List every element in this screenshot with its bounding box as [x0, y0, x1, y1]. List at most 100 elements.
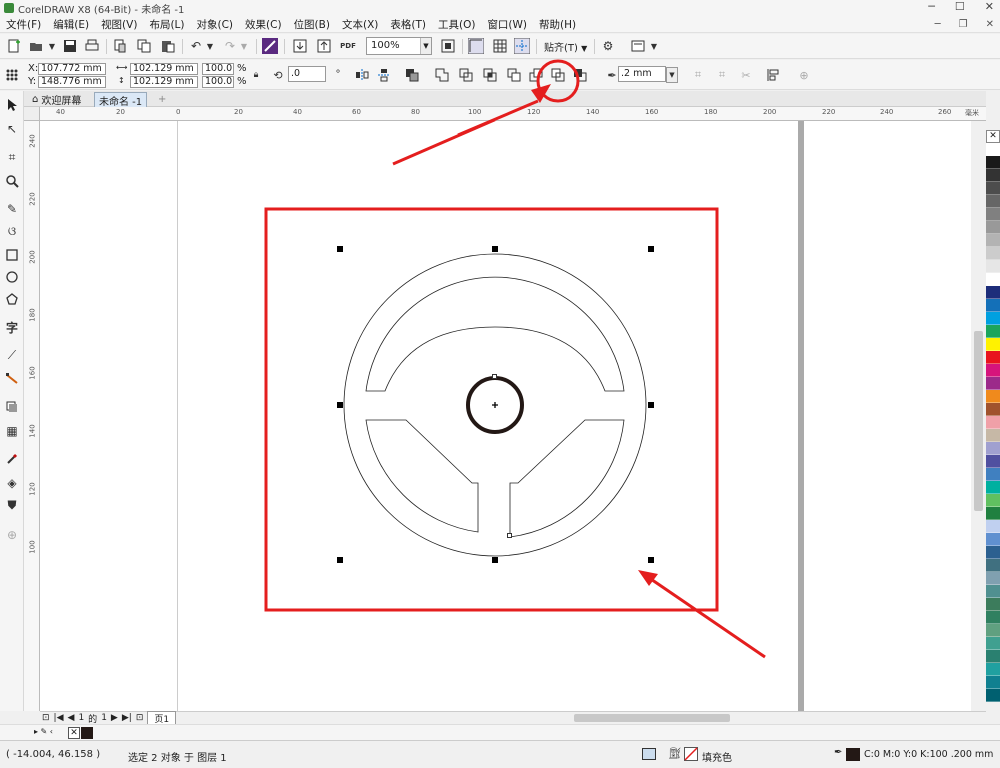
palette-swatch[interactable] — [986, 143, 1000, 156]
doc-close-icon[interactable]: ✕ — [986, 19, 994, 30]
minimize-button[interactable]: ─ — [928, 0, 935, 13]
connector-tool-icon[interactable] — [4, 371, 20, 387]
scale-height-field[interactable]: 100.0 — [202, 76, 234, 88]
palette-swatch[interactable] — [986, 572, 1000, 585]
palette-swatch[interactable] — [986, 481, 1000, 494]
combine-icon[interactable] — [404, 67, 420, 83]
app-launcher-dropdown-icon[interactable]: ▼ — [646, 38, 662, 54]
menu-text[interactable]: 文本(X) — [342, 17, 378, 32]
mirror-horizontal-icon[interactable] — [354, 67, 370, 83]
palette-swatch[interactable] — [986, 208, 1000, 221]
palette-swatch[interactable] — [986, 429, 1000, 442]
smart-fill-tool-icon[interactable]: ⛊ — [4, 497, 20, 513]
palette-swatch[interactable] — [986, 546, 1000, 559]
color-proofing-icon[interactable] — [642, 748, 656, 760]
tab-welcome-screen[interactable]: ⌂ 欢迎屏幕 — [28, 92, 85, 107]
height-field[interactable]: 102.129 mm — [130, 76, 198, 88]
freehand-tool-icon[interactable]: ✎ — [4, 201, 20, 217]
app-launcher-icon[interactable] — [630, 38, 646, 54]
doc-no-color-swatch[interactable]: ✕ — [68, 727, 80, 739]
snap-to-dropdown[interactable]: 贴齐(T) ▼ — [544, 39, 587, 54]
menu-edit[interactable]: 编辑(E) — [53, 17, 89, 32]
transparency-tool-icon[interactable]: ▦ — [4, 423, 20, 439]
mirror-vertical-icon[interactable] — [376, 67, 392, 83]
palette-swatch[interactable] — [986, 611, 1000, 624]
palette-swatch[interactable] — [986, 650, 1000, 663]
zoom-tool-icon[interactable] — [4, 173, 20, 189]
intersect-icon[interactable] — [482, 67, 498, 83]
prev-page-icon[interactable]: ◀ — [68, 713, 75, 723]
palette-swatch[interactable] — [986, 403, 1000, 416]
palette-swatch[interactable] — [986, 221, 1000, 234]
palette-swatch[interactable] — [986, 351, 1000, 364]
palette-swatch[interactable] — [986, 390, 1000, 403]
outline-width-dropdown-icon[interactable]: ▼ — [666, 67, 678, 83]
artistic-media-tool-icon[interactable]: ଓ — [4, 223, 20, 239]
palette-swatch[interactable] — [986, 416, 1000, 429]
weld-icon[interactable] — [434, 67, 450, 83]
lock-ratio-icon[interactable]: 🔒︎ — [248, 67, 264, 83]
palette-swatch[interactable] — [986, 689, 1000, 702]
palette-swatch[interactable] — [986, 598, 1000, 611]
open-folder-icon[interactable] — [28, 38, 44, 54]
vertical-ruler[interactable]: 240 220 200 180 160 140 120 100 — [24, 107, 40, 711]
menu-effects[interactable]: 效果(C) — [245, 17, 282, 32]
palette-swatch[interactable] — [986, 377, 1000, 390]
undo-dropdown-icon[interactable]: ▼ — [202, 38, 218, 54]
polygon-tool-icon[interactable] — [4, 291, 20, 307]
shape-tool-icon[interactable]: ↖ — [4, 121, 20, 137]
palette-swatch[interactable] — [986, 260, 1000, 273]
palette-swatch[interactable] — [986, 182, 1000, 195]
rotation-angle-field[interactable]: .0 — [288, 66, 326, 82]
y-position-field[interactable]: 148.776 mm — [38, 76, 106, 88]
tab-document[interactable]: 未命名 -1 — [94, 92, 148, 108]
menu-window[interactable]: 窗口(W) — [487, 17, 527, 32]
palette-swatch[interactable] — [986, 455, 1000, 468]
menu-help[interactable]: 帮助(H) — [539, 17, 576, 32]
palette-swatch[interactable] — [986, 442, 1000, 455]
menu-file[interactable]: 文件(F) — [6, 17, 41, 32]
palette-swatch[interactable] — [986, 169, 1000, 182]
horizontal-scrollbar[interactable]: ⊡ |◀ ◀ 1 的 1 ▶ ▶| ⊡ 页1 — [40, 710, 986, 726]
show-rulers-icon[interactable] — [468, 38, 484, 54]
page-options-icon[interactable]: ⊡ — [42, 713, 50, 723]
palette-swatch[interactable] — [986, 325, 1000, 338]
rectangle-tool-icon[interactable] — [4, 247, 20, 263]
import-icon[interactable] — [292, 38, 308, 54]
palette-swatch[interactable] — [986, 247, 1000, 260]
publish-pdf-icon[interactable]: PDF — [340, 38, 356, 54]
palette-swatch[interactable] — [986, 585, 1000, 598]
drop-shadow-tool-icon[interactable] — [4, 399, 20, 415]
maximize-button[interactable]: ☐ — [955, 0, 965, 13]
new-document-icon[interactable] — [6, 38, 22, 54]
width-field[interactable]: 102.129 mm — [130, 63, 198, 75]
outline-width-field[interactable]: .2 mm — [618, 66, 666, 82]
palette-swatch[interactable] — [986, 663, 1000, 676]
front-minus-back-icon[interactable] — [528, 67, 544, 83]
cut-icon[interactable] — [112, 38, 128, 54]
menu-bitmaps[interactable]: 位图(B) — [294, 17, 330, 32]
palette-swatch[interactable] — [986, 338, 1000, 351]
vertical-scroll-thumb[interactable] — [974, 331, 983, 511]
align-distribute-icon[interactable] — [766, 67, 782, 83]
vertical-scrollbar[interactable] — [971, 121, 986, 711]
palette-swatch[interactable] — [986, 286, 1000, 299]
parallel-dimension-tool-icon[interactable]: ⟋ — [4, 347, 20, 363]
menu-layout[interactable]: 布局(L) — [149, 17, 184, 32]
search-content-icon[interactable] — [262, 38, 278, 54]
doc-minimize-icon[interactable]: ─ — [935, 19, 941, 30]
show-guidelines-icon[interactable] — [514, 38, 530, 54]
crop-tool-icon[interactable]: ⌗ — [4, 149, 20, 165]
palette-swatch[interactable] — [986, 468, 1000, 481]
menu-tools[interactable]: 工具(O) — [438, 17, 475, 32]
last-page-icon[interactable]: ▶| — [122, 713, 132, 723]
break-apart-icon[interactable]: ⌗ — [714, 67, 730, 83]
convert-to-curves-icon[interactable]: ⌗ — [690, 67, 706, 83]
palette-swatch[interactable] — [986, 624, 1000, 637]
drawing-canvas[interactable] — [40, 121, 986, 711]
palette-swatch[interactable] — [986, 234, 1000, 247]
add-tab-button[interactable]: + — [154, 92, 170, 107]
document-palette-menu-icon[interactable]: ▸ ✎ ‹ — [34, 727, 53, 736]
open-dropdown-icon[interactable]: ▼ — [44, 38, 60, 54]
menu-object[interactable]: 对象(C) — [197, 17, 234, 32]
